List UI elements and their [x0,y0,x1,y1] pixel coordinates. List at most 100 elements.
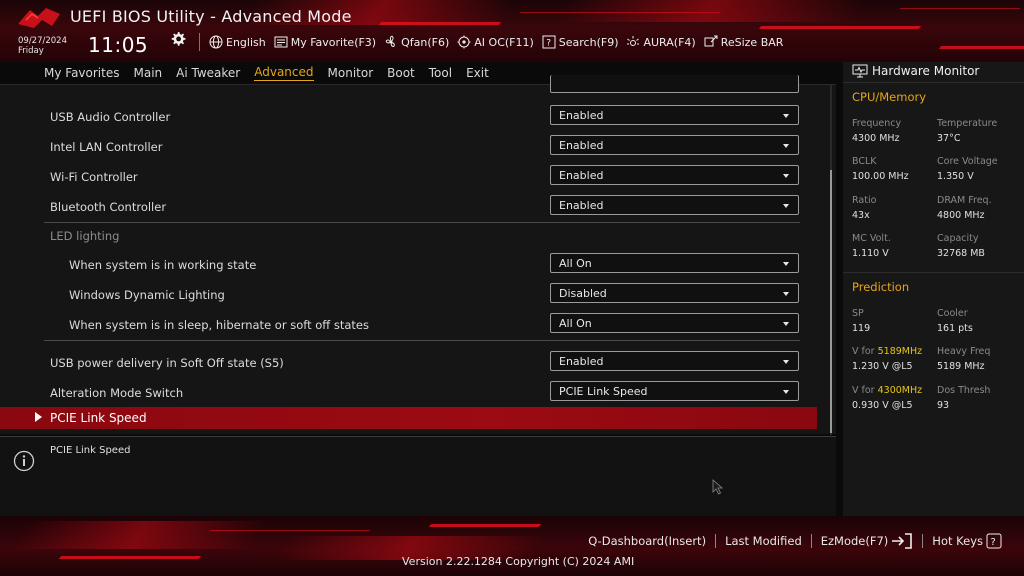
ai-oc-button[interactable]: AI OC(F11) [457,35,534,49]
setting-label: Alteration Mode Switch [50,386,184,400]
led-section-title: LED lighting [50,229,120,243]
setting-row-intel-lan[interactable]: Intel LAN Controller Enabled [0,133,820,163]
stat-label-prefix: V for [852,385,878,396]
svg-text:?: ? [546,39,551,49]
usb-power-dropdown[interactable]: Enabled [550,351,799,371]
dropdown-value: Enabled [559,355,604,368]
chevron-down-icon [783,144,789,148]
search-button[interactable]: ? Search(F9) [542,35,619,49]
exit-arrow-icon [892,533,913,549]
stat-frequency: Frequency 4300 MHz [852,118,937,146]
submenu-pcie-link-speed[interactable]: PCIE Link Speed [0,407,817,429]
stat-label: Heavy Freq [937,346,991,357]
stat-value: 93 [937,400,950,411]
dropdown-value: Enabled [559,199,604,212]
setting-row-usb-audio[interactable]: USB Audio Controller Enabled [0,103,820,133]
section-divider [843,272,1024,273]
resize-bar-button[interactable]: ReSize BAR [704,35,783,49]
last-modified-button[interactable]: Last Modified [725,534,802,548]
wifi-dropdown[interactable]: Enabled [550,165,799,185]
footer-bar: Q-Dashboard(Insert) Last Modified EzMode… [0,516,1024,576]
section-divider [44,340,800,341]
chevron-down-icon [783,322,789,326]
led-working-dropdown[interactable]: All On [550,253,799,273]
dropdown-value: PCIE Link Speed [559,385,648,398]
usb-audio-dropdown[interactable]: Enabled [550,105,799,125]
stat-value: 100.00 MHz [852,171,909,182]
stat-capacity: Capacity 32768 MB [937,233,1022,261]
stat-core-voltage: Core Voltage 1.350 V [937,156,1022,184]
search-label: Search(F9) [558,35,619,49]
stat-value: 5189 MHz [937,361,985,372]
stat-value: 161 pts [937,323,973,334]
stat-label: DRAM Freq. [937,195,992,206]
stat-label: V for 4300MHz [852,385,937,397]
hot-keys-button[interactable]: Hot Keys ? [932,533,1002,549]
hot-keys-label: Hot Keys [932,534,983,548]
hardware-monitor-title: Hardware Monitor [872,64,980,78]
scrollbar-thumb[interactable] [830,170,832,433]
bluetooth-dropdown[interactable]: Enabled [550,195,799,215]
menu-monitor[interactable]: Monitor [328,66,374,81]
footer-decoration [58,556,202,559]
setting-label: USB power delivery in Soft Off state (S5… [50,356,284,370]
language-label: English [226,35,266,49]
menu-exit[interactable]: Exit [466,66,489,81]
stat-value: 37°C [937,133,961,144]
toolbar: English My Favorite(F3) Qfan(F6) AI OC(F… [209,33,783,51]
aura-label: AURA(F4) [643,35,696,49]
gear-icon[interactable] [169,30,187,48]
setting-row-usb-power[interactable]: USB power delivery in Soft Off state (S5… [0,349,820,379]
chevron-right-icon [35,412,42,422]
q-dashboard-button[interactable]: Q-Dashboard(Insert) [588,534,706,548]
section-divider [44,222,800,223]
stat-bclk: BCLK 100.00 MHz [852,156,937,184]
stat-value: 43x [852,210,870,221]
setting-row-led-dynamic[interactable]: Windows Dynamic Lighting Disabled [0,281,820,311]
setting-row-led-working[interactable]: When system is in working state All On [0,251,820,281]
qfan-button[interactable]: Qfan(F6) [384,35,449,49]
ezmode-button[interactable]: EzMode(F7) [821,533,914,549]
globe-icon [209,35,223,49]
setting-row-led-sleep[interactable]: When system is in sleep, hibernate or so… [0,311,820,341]
aura-light-icon [627,36,640,46]
stat-label: Ratio [852,195,877,206]
stat-label: Frequency [852,118,902,129]
header-decoration [899,8,1021,9]
menu-main[interactable]: Main [133,66,162,81]
settings-panel: USB Audio Controller Enabled Intel LAN C… [0,75,836,435]
setting-row-wifi[interactable]: Wi-Fi Controller Enabled [0,163,820,193]
menu-advanced[interactable]: Advanced [254,65,314,81]
clock-display[interactable]: 11:05 [88,33,148,57]
stat-value: 1.350 V [937,171,974,182]
chevron-down-icon [783,292,789,296]
dropdown-value: Enabled [559,139,604,152]
stat-value: 4300 MHz [852,133,900,144]
setting-label: USB Audio Controller [50,110,171,124]
footer-separator [810,534,812,548]
dropdown-value: Disabled [559,287,607,300]
menu-tool[interactable]: Tool [429,66,452,81]
header-decoration [519,12,721,13]
language-button[interactable]: English [209,35,266,49]
dropdown-value: All On [559,257,592,270]
stat-cooler: Cooler 161 pts [937,308,1022,336]
intel-lan-dropdown[interactable]: Enabled [550,135,799,155]
setting-label: When system is in sleep, hibernate or so… [69,318,369,332]
led-sleep-dropdown[interactable]: All On [550,313,799,333]
menu-my-favorites[interactable]: My Favorites [44,66,119,81]
setting-row-alt-mode[interactable]: Alteration Mode Switch PCIE Link Speed [0,379,820,409]
aura-button[interactable]: AURA(F4) [626,35,696,49]
led-dynamic-dropdown[interactable]: Disabled [550,283,799,303]
footer-actions: Q-Dashboard(Insert) Last Modified EzMode… [588,533,1002,549]
cpu-memory-title: CPU/Memory [852,90,927,104]
my-favorite-button[interactable]: My Favorite(F3) [274,35,376,49]
setting-row-bluetooth[interactable]: Bluetooth Controller Enabled [0,193,820,223]
dropdown-value: Enabled [559,169,604,182]
alt-mode-dropdown[interactable]: PCIE Link Speed [550,381,799,401]
stat-label: V for 5189MHz [852,346,937,358]
fan-icon [385,35,395,48]
menu-ai-tweaker[interactable]: Ai Tweaker [176,66,240,81]
stat-value: 119 [852,323,871,334]
menu-boot[interactable]: Boot [387,66,415,81]
